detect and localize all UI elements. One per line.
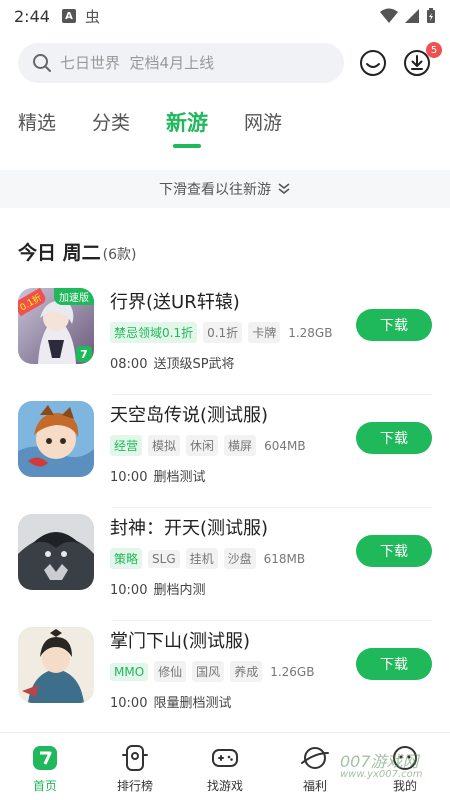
game-tag: 卡牌 [248,322,281,343]
game-size: 618MB [263,551,306,566]
download-button[interactable]: 下载 [356,309,432,341]
game-time: 08:00 [110,357,148,372]
game-list: 0.1折 加速版 7 行界(送UR轩辕) 禁忌领域0.1折 0.1折 卡牌 1.… [0,282,450,734]
search-icon [33,54,51,72]
game-schedule: 10:00 删档测试 [110,466,340,485]
download-manager-button[interactable]: 5 [402,42,442,78]
watermark-sub: www.yx007.com [340,769,423,780]
search-bar[interactable] [18,43,344,83]
download-button[interactable]: 下载 [356,535,432,567]
chat-smile-icon [360,50,386,76]
game-tag: 策略 [110,548,143,569]
battery-icon [427,8,435,23]
nav-label: 排行榜 [116,779,153,793]
game-schedule: 10:00 删档内测 [110,579,340,598]
status-time: 2:44 [14,6,50,26]
nav-label: 福利 [302,779,327,793]
gift-planet-icon [301,747,329,769]
game-tag: 休闲 [186,435,219,456]
section-count: (6款) [102,247,137,263]
wifi-icon [380,8,398,23]
brand-7-icon: 7 [76,346,92,362]
signal-icon [405,9,419,23]
game-time: 10:00 [110,470,148,485]
pulldown-hint[interactable]: 下滑查看以往新游 [0,170,450,208]
game-tag: MMO [110,662,149,681]
game-info: 掌门下山(测试服) MMO 修仙 国风 养成 1.26GB 10:00 限量删档测… [110,621,340,711]
message-button[interactable] [358,48,388,78]
game-schedule: 10:00 限量删档测试 [110,692,340,711]
nav-label: 找游戏 [206,779,243,793]
game-schedule: 08:00 送顶级SP武将 [110,353,340,372]
tab-online-games[interactable]: 网游 [244,104,282,148]
nav-ranking[interactable]: 排行榜 [90,733,180,800]
home-icon [33,746,57,770]
game-icon[interactable] [18,627,94,703]
game-item[interactable]: 天空岛传说(测试服) 经营 模拟 休闲 横屏 604MB 10:00 删档测试 下… [0,395,450,508]
game-title: 行界(送UR轩辕) [110,292,240,313]
section-header: 今日 周二 (6款) [18,238,136,265]
game-info: 行界(送UR轩辕) 禁忌领域0.1折 0.1折 卡牌 1.28GB 08:00 送… [110,282,340,372]
game-note: 限量删档测试 [153,696,232,711]
pulldown-label: 下滑查看以往新游 [159,182,271,198]
category-tabs: 精选 分类 新游 网游 [18,104,318,148]
game-title: 封神：开天(测试服) [110,518,269,539]
download-badge: 5 [426,42,442,58]
game-note: 送顶级SP武将 [153,357,235,372]
game-tag: 横屏 [224,435,257,456]
game-tags: 禁忌领域0.1折 0.1折 卡牌 1.28GB [110,322,340,343]
watermark: 007游戏网 www.yx007.com [340,754,423,780]
game-note: 删档测试 [153,470,206,485]
game-tag: 经营 [110,435,143,456]
game-size: 604MB [264,438,306,453]
game-item[interactable]: 0.1折 加速版 7 行界(送UR轩辕) 禁忌领域0.1折 0.1折 卡牌 1.… [0,282,450,395]
game-item[interactable]: 掌门下山(测试服) MMO 修仙 国风 养成 1.26GB 10:00 限量删档测… [0,621,450,734]
game-tag: 养成 [230,661,263,682]
section-day: 今日 周二 [18,242,101,264]
status-bar: 2:44 A 虫 [0,0,450,32]
nav-label: 首页 [32,779,57,793]
notification-a-icon: A [61,9,76,23]
status-right [380,8,436,24]
game-icon[interactable] [18,401,94,477]
game-time: 10:00 [110,696,148,711]
svg-text:虫: 虫 [85,8,100,24]
download-button[interactable]: 下载 [356,648,432,680]
nav-find-games[interactable]: 找游戏 [180,733,270,800]
download-button[interactable]: 下载 [356,422,432,454]
gamepad-icon [212,749,238,767]
speed-badge: 加速版 [54,288,94,305]
search-input[interactable] [60,54,320,72]
game-icon[interactable]: 0.1折 加速版 7 [18,288,94,364]
game-tag: 禁忌领域0.1折 [110,322,198,343]
game-tags: 策略 SLG 挂机 沙盘 618MB [110,548,340,569]
game-note: 删档内测 [153,583,206,598]
game-title: 天空岛传说(测试服) [110,405,269,426]
tab-new-games[interactable]: 新游 [166,104,208,148]
double-chevron-down-icon [278,183,290,195]
tab-categories[interactable]: 分类 [92,104,130,148]
game-title: 掌门下山(测试服) [110,631,251,652]
nav-home[interactable]: 首页 [0,733,90,800]
game-info: 封神：开天(测试服) 策略 SLG 挂机 沙盘 618MB 10:00 删档内测 [110,508,340,598]
game-tags: MMO 修仙 国风 养成 1.26GB [110,661,340,682]
game-time: 10:00 [110,583,148,598]
game-tag: 国风 [192,661,225,682]
game-tag: 0.1折 [203,322,243,343]
game-tags: 经营 模拟 休闲 横屏 604MB [110,435,340,456]
game-size: 1.26GB [270,664,315,679]
game-tag: 挂机 [185,548,218,569]
search-row: 5 [18,42,442,84]
ranking-icon [122,745,148,771]
game-size: 1.28GB [288,325,333,340]
game-tag: 修仙 [154,661,187,682]
tab-featured[interactable]: 精选 [18,104,56,148]
game-tag: 模拟 [148,435,181,456]
game-info: 天空岛传说(测试服) 经营 模拟 休闲 横屏 604MB 10:00 删档测试 [110,395,340,485]
game-tag: SLG [148,549,180,568]
bug-icon: 虫 [85,8,100,24]
game-icon[interactable] [18,514,94,590]
game-tag: 沙盘 [223,548,256,569]
game-item[interactable]: 封神：开天(测试服) 策略 SLG 挂机 沙盘 618MB 10:00 删档内测 … [0,508,450,621]
